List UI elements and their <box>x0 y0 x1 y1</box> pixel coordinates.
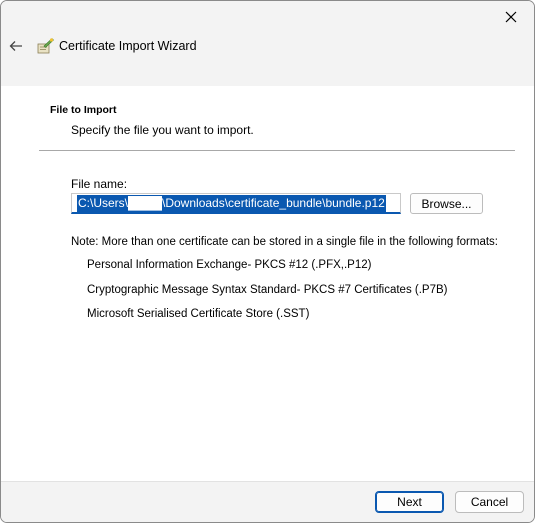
close-icon <box>505 11 517 23</box>
next-button[interactable]: Next <box>375 491 444 513</box>
format-item-pkcs12: Personal Information Exchange- PKCS #12 … <box>87 259 372 271</box>
certificate-import-wizard-window: Certificate Import Wizard File to Import… <box>0 0 535 523</box>
formats-note: Note: More than one certificate can be s… <box>71 236 499 248</box>
format-item-sst: Microsoft Serialised Certificate Store (… <box>87 308 310 320</box>
file-name-label: File name: <box>71 177 128 191</box>
section-subtitle: Specify the file you want to import. <box>71 123 254 137</box>
format-item-pkcs7: Cryptographic Message Syntax Standard- P… <box>87 284 448 296</box>
close-button[interactable] <box>488 1 534 33</box>
certificate-wizard-icon <box>37 38 54 54</box>
header-divider <box>39 150 515 151</box>
back-arrow-icon <box>9 41 22 51</box>
back-button[interactable] <box>5 36 27 56</box>
section-title: File to Import <box>50 104 117 116</box>
cancel-button[interactable]: Cancel <box>455 491 524 513</box>
file-name-value: C:\Users\████\Downloads\certificate_bund… <box>77 194 386 212</box>
browse-button[interactable]: Browse... <box>410 193 483 214</box>
wizard-title: Certificate Import Wizard <box>59 39 197 53</box>
file-name-input[interactable]: C:\Users\████\Downloads\certificate_bund… <box>71 193 401 214</box>
